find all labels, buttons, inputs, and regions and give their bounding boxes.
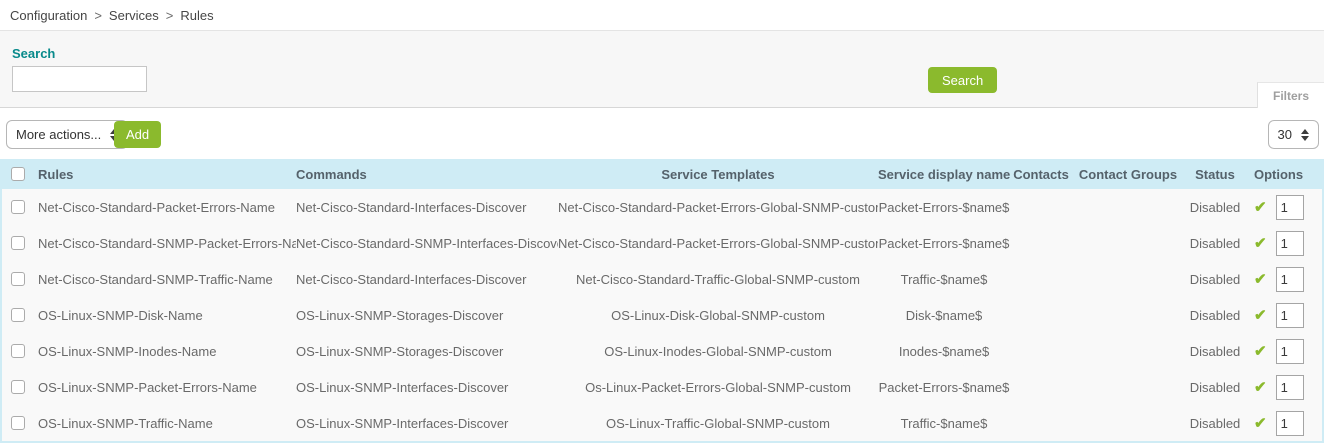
table-header: Rules Commands Service Templates Service… (2, 159, 1322, 189)
rule-name: Net-Cisco-Standard-SNMP-Packet-Errors-Na… (38, 236, 296, 251)
rule-display-name: Packet-Errors-$name$ (878, 200, 1010, 215)
rule-status: Disabled (1184, 272, 1246, 287)
column-header-contacts: Contacts (1010, 167, 1072, 182)
page-size-value: 30 (1278, 127, 1292, 142)
rule-status: Disabled (1184, 308, 1246, 323)
row-checkbox[interactable] (11, 416, 25, 430)
row-checkbox[interactable] (11, 380, 25, 394)
column-header-options: Options (1246, 167, 1322, 182)
apply-check-icon[interactable]: ✔ (1254, 380, 1267, 395)
table-row: Net-Cisco-Standard-SNMP-Packet-Errors-Na… (2, 225, 1322, 261)
rule-name: OS-Linux-SNMP-Traffic-Name (38, 416, 296, 431)
table-row: OS-Linux-SNMP-Disk-Name OS-Linux-SNMP-St… (2, 297, 1322, 333)
rule-command: OS-Linux-SNMP-Storages-Discover (296, 344, 558, 359)
row-checkbox[interactable] (11, 236, 25, 250)
apply-check-icon[interactable]: ✔ (1254, 200, 1267, 215)
options-count-input[interactable] (1276, 303, 1304, 328)
column-header-status: Status (1184, 167, 1246, 182)
search-button[interactable]: Search (928, 67, 997, 93)
apply-check-icon[interactable]: ✔ (1254, 272, 1267, 287)
apply-check-icon[interactable]: ✔ (1254, 308, 1267, 323)
rule-command: OS-Linux-SNMP-Storages-Discover (296, 308, 558, 323)
search-label: Search (12, 46, 55, 61)
breadcrumb: Configuration > Services > Rules (0, 0, 1324, 31)
rule-name: OS-Linux-SNMP-Packet-Errors-Name (38, 380, 296, 395)
options-count-input[interactable] (1276, 339, 1304, 364)
search-input[interactable] (12, 66, 147, 92)
breadcrumb-item-configuration[interactable]: Configuration (10, 8, 87, 23)
breadcrumb-separator: > (166, 8, 174, 23)
rule-status: Disabled (1184, 200, 1246, 215)
rule-status: Disabled (1184, 344, 1246, 359)
rule-service-template: Os-Linux-Packet-Errors-Global-SNMP-custo… (558, 380, 878, 395)
rule-name: Net-Cisco-Standard-SNMP-Traffic-Name (38, 272, 296, 287)
filters-toggle[interactable]: Filters (1257, 82, 1324, 108)
breadcrumb-item-services[interactable]: Services (109, 8, 159, 23)
breadcrumb-separator: > (94, 8, 102, 23)
rule-command: Net-Cisco-Standard-SNMP-Interfaces-Disco… (296, 236, 558, 251)
rule-display-name: Packet-Errors-$name$ (878, 380, 1010, 395)
table-row: OS-Linux-SNMP-Inodes-Name OS-Linux-SNMP-… (2, 333, 1322, 369)
row-checkbox[interactable] (11, 308, 25, 322)
rule-service-template: OS-Linux-Disk-Global-SNMP-custom (558, 308, 878, 323)
rule-command: Net-Cisco-Standard-Interfaces-Discover (296, 200, 558, 215)
toolbar: More actions... Add 30 (0, 108, 1324, 159)
rule-status: Disabled (1184, 380, 1246, 395)
rule-command: Net-Cisco-Standard-Interfaces-Discover (296, 272, 558, 287)
more-actions-label: More actions... (16, 127, 101, 142)
row-checkbox[interactable] (11, 272, 25, 286)
rule-display-name: Disk-$name$ (878, 308, 1010, 323)
rule-service-template: OS-Linux-Inodes-Global-SNMP-custom (558, 344, 878, 359)
rule-display-name: Packet-Errors-$name$ (878, 236, 1010, 251)
options-count-input[interactable] (1276, 375, 1304, 400)
column-header-service-display-name: Service display name (878, 167, 1010, 182)
column-header-contact-groups: Contact Groups (1072, 167, 1184, 182)
options-count-input[interactable] (1276, 267, 1304, 292)
apply-check-icon[interactable]: ✔ (1254, 416, 1267, 431)
rule-status: Disabled (1184, 236, 1246, 251)
rule-command: OS-Linux-SNMP-Interfaces-Discover (296, 416, 558, 431)
breadcrumb-item-rules[interactable]: Rules (180, 8, 213, 23)
table-row: OS-Linux-SNMP-Traffic-Name OS-Linux-SNMP… (2, 405, 1322, 441)
rule-display-name: Inodes-$name$ (878, 344, 1010, 359)
rule-name: OS-Linux-SNMP-Inodes-Name (38, 344, 296, 359)
rule-name: OS-Linux-SNMP-Disk-Name (38, 308, 296, 323)
apply-check-icon[interactable]: ✔ (1254, 236, 1267, 251)
rules-table: Rules Commands Service Templates Service… (0, 159, 1324, 443)
column-header-rules: Rules (38, 167, 296, 182)
column-header-service-templates: Service Templates (558, 167, 878, 182)
search-panel: Search Search Filters (0, 31, 1324, 108)
select-arrows-icon (1301, 129, 1309, 141)
select-all-checkbox[interactable] (11, 167, 25, 181)
rule-name: Net-Cisco-Standard-Packet-Errors-Name (38, 200, 296, 215)
rule-service-template: OS-Linux-Traffic-Global-SNMP-custom (558, 416, 878, 431)
options-count-input[interactable] (1276, 195, 1304, 220)
options-count-input[interactable] (1276, 411, 1304, 436)
column-header-commands: Commands (296, 167, 558, 182)
rule-service-template: Net-Cisco-Standard-Traffic-Global-SNMP-c… (558, 272, 878, 287)
add-button[interactable]: Add (114, 121, 161, 148)
apply-check-icon[interactable]: ✔ (1254, 344, 1267, 359)
table-row: OS-Linux-SNMP-Packet-Errors-Name OS-Linu… (2, 369, 1322, 405)
more-actions-select[interactable]: More actions... (6, 120, 128, 149)
rule-display-name: Traffic-$name$ (878, 416, 1010, 431)
table-row: Net-Cisco-Standard-Packet-Errors-Name Ne… (2, 189, 1322, 225)
row-checkbox[interactable] (11, 200, 25, 214)
rule-command: OS-Linux-SNMP-Interfaces-Discover (296, 380, 558, 395)
rule-status: Disabled (1184, 416, 1246, 431)
page-size-select[interactable]: 30 (1268, 120, 1319, 149)
options-count-input[interactable] (1276, 231, 1304, 256)
rule-service-template: Net-Cisco-Standard-Packet-Errors-Global-… (558, 236, 878, 251)
rule-service-template: Net-Cisco-Standard-Packet-Errors-Global-… (558, 200, 878, 215)
row-checkbox[interactable] (11, 344, 25, 358)
rule-display-name: Traffic-$name$ (878, 272, 1010, 287)
table-row: Net-Cisco-Standard-SNMP-Traffic-Name Net… (2, 261, 1322, 297)
